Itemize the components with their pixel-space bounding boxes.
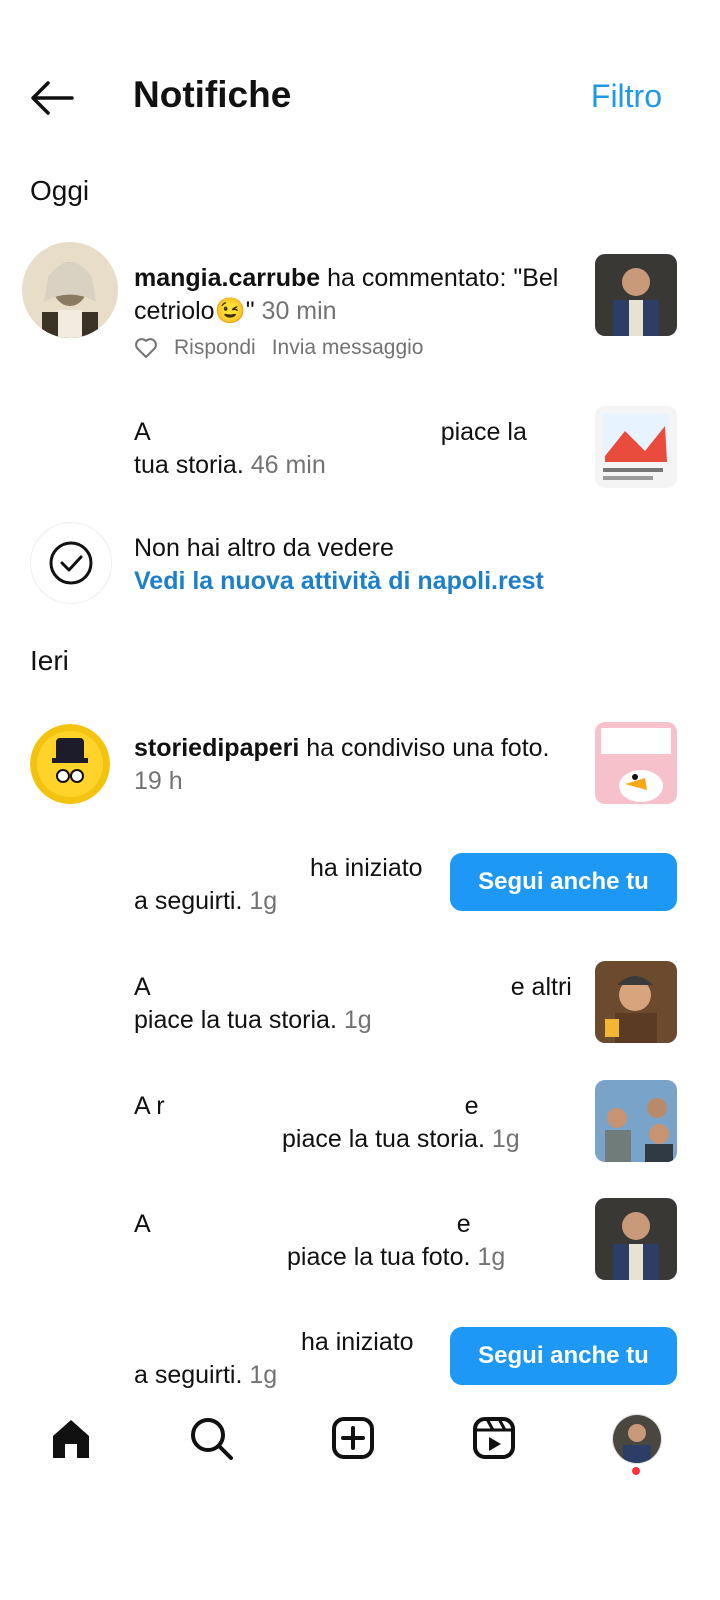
story-thumbnail[interactable] [595,406,677,488]
notification-suffix: e [464,1092,479,1120]
timestamp: 1g [470,1243,506,1271]
reply-button[interactable]: Rispondi [174,336,256,360]
notification-prefix: A [134,973,151,1001]
new-activity-link[interactable]: Vedi la nuova attività di napoli.rest [134,567,544,595]
username[interactable]: storiedipaperi [134,734,299,762]
notification-prefix: A r [134,1092,165,1120]
post-thumbnail[interactable] [595,1198,677,1280]
post-thumbnail[interactable] [595,722,677,804]
notification-text: ha condiviso una foto. [299,734,550,762]
notification-prefix: A [134,1210,151,1238]
home-icon[interactable] [47,1414,95,1462]
timestamp: 30 min [254,297,337,325]
avatar[interactable] [22,242,118,338]
notification-prefix: A [134,418,151,446]
filter-button[interactable]: Filtro [591,78,662,115]
timestamp: 1g [242,1361,278,1389]
back-arrow-icon[interactable] [28,78,76,118]
notification-text: a seguirti. [134,1361,243,1389]
follow-back-button[interactable]: Segui anche tu [450,1327,677,1385]
notification-suffix: e altri [510,973,572,1001]
follow-back-button[interactable]: Segui anche tu [450,853,677,911]
avatar[interactable] [30,724,110,804]
username[interactable]: mangia.carrube [134,264,320,292]
caught-up-text: Non hai altro da vedere [134,534,394,562]
profile-avatar[interactable] [612,1414,662,1464]
notification-text: piace la tua storia. [282,1125,485,1153]
checkmark-circle-icon [30,522,112,604]
post-thumbnail[interactable] [595,254,677,336]
section-today: Oggi [30,175,90,206]
comment-actions: Rispondi Invia messaggio [134,336,423,360]
section-yesterday: Ieri [30,645,69,676]
timestamp: 1g [336,1006,372,1034]
header: Notifiche Filtro [0,0,720,190]
notification-suffix: ha iniziato [301,1328,414,1356]
page-title: Notifiche [133,74,292,115]
timestamp: 46 min [243,451,326,479]
notification-text: tua storia. [134,451,244,479]
timestamp: 1g [242,887,278,915]
notification-suffix: ha iniziato [310,854,423,882]
notification-suffix: e [456,1210,471,1238]
bottom-navigation [0,1400,720,1480]
heart-outline-icon[interactable] [134,337,158,359]
timestamp: 19 h [134,767,183,795]
notification-dot [632,1467,640,1475]
notification-text: a seguirti. [134,887,243,915]
search-icon[interactable] [187,1414,235,1462]
timestamp: 1g [484,1125,520,1153]
story-thumbnail[interactable] [595,1080,677,1162]
send-message-button[interactable]: Invia messaggio [272,336,424,360]
story-thumbnail[interactable] [595,961,677,1043]
reels-icon[interactable] [470,1414,518,1462]
create-icon[interactable] [329,1414,377,1462]
notification-suffix: piace la [440,418,527,446]
notification-text: piace la tua storia. [134,1006,337,1034]
notification-text: piace la tua foto. [287,1243,471,1271]
